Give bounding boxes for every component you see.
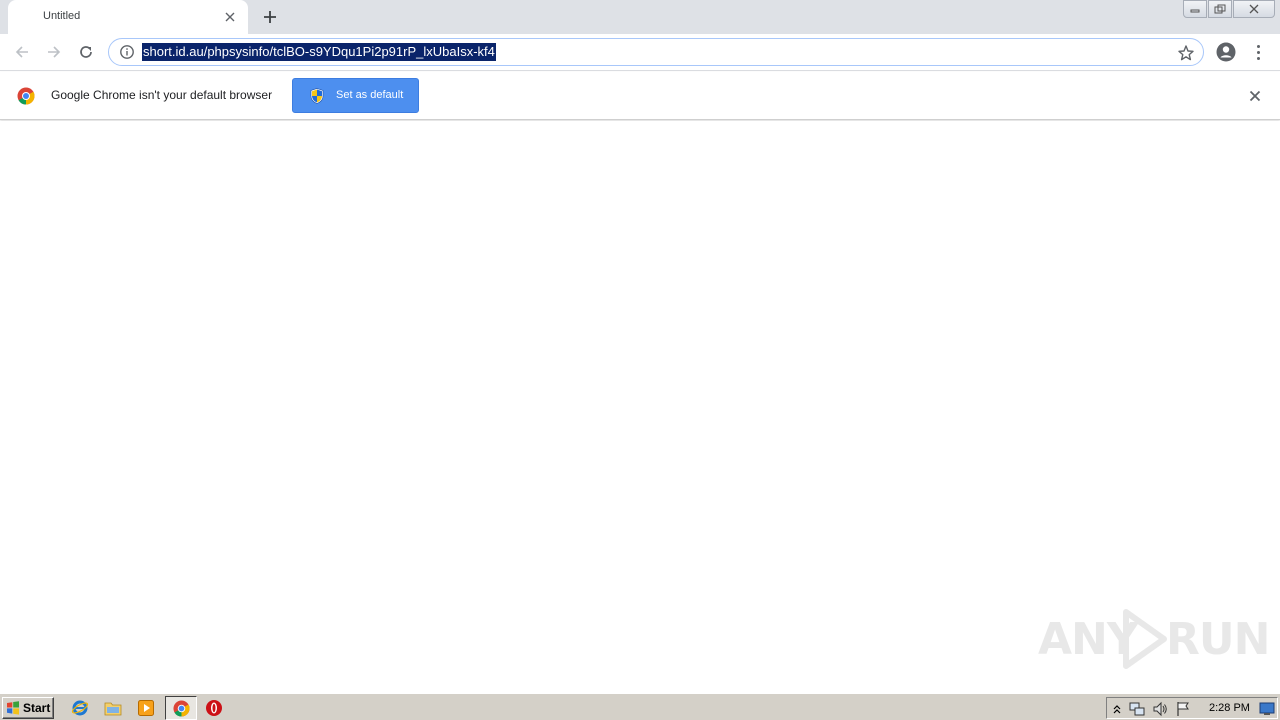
close-icon [1249,4,1259,14]
browser-toolbar: short.id.au/phpsysinfo/tclBO-s9YDqu1Pi2p… [0,34,1280,71]
windows-taskbar: Start 2:28 PM [0,693,1280,720]
forward-button[interactable] [42,40,66,64]
profile-icon[interactable] [1215,41,1237,63]
show-desktop-button[interactable] [1259,701,1275,717]
speaker-icon [1153,701,1167,717]
start-button[interactable]: Start [2,697,54,719]
chevron-up-icon [1113,705,1121,714]
set-as-default-label: Set as default [336,89,404,101]
browser-tab[interactable]: Untitled [8,0,248,34]
ie-icon [71,700,89,716]
reload-icon [80,46,92,58]
system-tray: 2:28 PM [1106,697,1278,719]
back-arrow-icon [15,46,28,58]
media-player-icon [138,700,154,716]
reload-button[interactable] [74,40,98,64]
start-label: Start [23,701,51,715]
infobar-message: Google Chrome isn't your default browser [51,88,273,102]
chrome-logo-icon [17,87,35,105]
taskbar-explorer-button[interactable] [103,698,123,718]
anyrun-watermark: ANY RUN [1038,606,1270,676]
tray-expand-button[interactable] [1109,701,1125,717]
close-icon[interactable] [1247,88,1263,104]
chrome-icon [173,700,190,717]
default-browser-infobar: Google Chrome isn't your default browser… [0,72,1280,120]
taskbar-ie-button[interactable] [70,698,90,718]
address-bar[interactable]: short.id.au/phpsysinfo/tclBO-s9YDqu1Pi2p… [108,38,1204,66]
address-url[interactable]: short.id.au/phpsysinfo/tclBO-s9YDqu1Pi2p… [142,43,496,61]
window-restore-button[interactable] [1208,0,1232,18]
back-button[interactable] [10,40,34,64]
network-icon [1129,702,1145,716]
window-close-button[interactable] [1233,0,1275,18]
taskbar-opera-button[interactable] [204,698,224,718]
tab-close-button[interactable] [222,9,238,25]
taskbar-clock[interactable]: 2:28 PM [1209,702,1250,714]
menu-icon[interactable] [1250,41,1266,63]
tray-volume[interactable] [1152,701,1168,717]
flag-icon [1177,702,1189,716]
forward-arrow-icon [48,46,61,58]
play-logo-icon [1123,609,1167,669]
windows-flag-icon [7,701,19,715]
watermark-text-right: RUN [1166,614,1270,665]
shield-icon [310,88,324,104]
opera-icon [206,700,222,716]
taskbar-chrome-button[interactable] [165,696,197,720]
new-tab-button[interactable] [260,7,280,27]
tray-action-center[interactable] [1175,701,1191,717]
minimize-icon [1190,9,1200,13]
tab-title: Untitled [43,10,81,22]
restore-icon [1214,4,1226,14]
tab-strip: Untitled [0,0,1280,34]
star-icon[interactable] [1177,44,1195,62]
plus-icon [264,11,276,23]
window-minimize-button[interactable] [1183,0,1207,18]
set-as-default-button[interactable]: Set as default [292,78,419,113]
tray-network[interactable] [1129,701,1145,717]
folder-icon [104,702,122,716]
info-icon[interactable] [119,44,135,60]
taskbar-media-player-button[interactable] [136,698,156,718]
desktop-icon [1259,702,1275,715]
close-icon [225,12,235,22]
